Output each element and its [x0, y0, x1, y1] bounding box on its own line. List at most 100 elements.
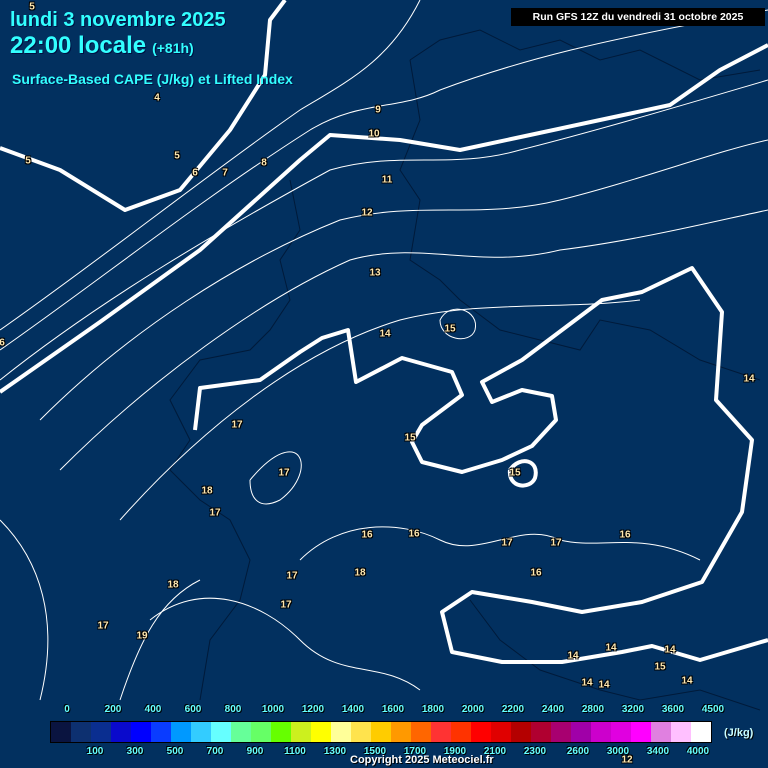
legend-swatch	[471, 722, 491, 742]
contour-label: 9	[375, 104, 381, 116]
contour-label: 17	[280, 599, 292, 611]
legend-swatch	[151, 722, 171, 742]
contour-label: 17	[231, 419, 243, 431]
legend-swatch	[451, 722, 471, 742]
coastlines	[169, 29, 761, 711]
color-legend	[50, 721, 712, 743]
legend-swatch	[671, 722, 691, 742]
contour-label: 10	[368, 128, 380, 140]
legend-tick-top: 3600	[661, 704, 685, 715]
legend-swatch	[51, 722, 71, 742]
contour-label: 14	[743, 373, 755, 385]
contour-label: 17	[97, 620, 109, 632]
legend-swatch	[631, 722, 651, 742]
contour-label: 17	[278, 467, 290, 479]
contour-label: 18	[354, 567, 366, 579]
contour-label: 12	[361, 207, 373, 219]
legend-tick-bottom: 1300	[323, 746, 347, 757]
legend-tick-top: 600	[184, 704, 202, 715]
legend-tick-top: 4500	[701, 704, 725, 715]
contour-label: 18	[201, 485, 213, 497]
contour-label: 14	[581, 677, 593, 689]
contour-label: 15	[509, 467, 521, 479]
contour-label: 15	[404, 432, 416, 444]
contour-label: 16	[530, 567, 542, 579]
legend-swatch	[351, 722, 371, 742]
contour-label: 17	[209, 507, 221, 519]
legend-swatch	[571, 722, 591, 742]
contour-label: 8	[261, 157, 267, 169]
contour-label: 18	[167, 579, 179, 591]
contour-label: 14	[605, 642, 617, 654]
legend-tick-top: 3200	[621, 704, 645, 715]
contour-label: 14	[598, 679, 610, 691]
run-info: Run GFS 12Z du vendredi 31 octobre 2025	[511, 8, 765, 26]
legend-tick-top: 2000	[461, 704, 485, 715]
legend-tick-top: 800	[224, 704, 242, 715]
thin-contours	[0, 0, 768, 701]
legend-tick-bottom: 2300	[523, 746, 547, 757]
copyright: Copyright 2025 Meteociel.fr	[350, 754, 494, 766]
legend-tick-top: 2800	[581, 704, 605, 715]
legend-tick-bottom: 100	[86, 746, 104, 757]
legend-swatch	[411, 722, 431, 742]
legend-tick-bottom: 900	[246, 746, 264, 757]
legend-swatch	[591, 722, 611, 742]
legend-swatch	[131, 722, 151, 742]
legend-swatch	[611, 722, 631, 742]
legend-swatch	[391, 722, 411, 742]
legend-tick-top: 2400	[541, 704, 565, 715]
legend-tick-bottom: 3000	[606, 746, 630, 757]
weather-map: 5 4 5 5 6 7 8 9 10 11 12 13 14 15 6 14 17 15 17 18 17 15 16 16 1…	[0, 0, 768, 768]
contour-label: 19	[136, 630, 148, 642]
legend-swatch	[271, 722, 291, 742]
legend-tick-top: 1400	[341, 704, 365, 715]
legend-swatch	[291, 722, 311, 742]
legend-tick-top: 0	[64, 704, 70, 715]
legend-swatch	[511, 722, 531, 742]
contour-label: 11	[381, 174, 393, 186]
legend-swatch	[531, 722, 551, 742]
map-title: Surface-Based CAPE (J/kg) et Lifted Inde…	[12, 71, 293, 87]
legend-swatch	[231, 722, 251, 742]
contour-label: 4	[154, 92, 160, 104]
legend-swatch	[91, 722, 111, 742]
forecast-date: lundi 3 novembre 2025	[10, 9, 226, 31]
contour-label: 5	[174, 150, 180, 162]
legend-tick-top: 1800	[421, 704, 445, 715]
contour-label: 17	[501, 537, 513, 549]
legend-tick-top: 1000	[261, 704, 285, 715]
legend-swatch	[491, 722, 511, 742]
legend-swatch	[331, 722, 351, 742]
legend-swatch	[111, 722, 131, 742]
contour-label: 13	[369, 267, 381, 279]
contour-label: 14	[379, 328, 391, 340]
legend-tick-top: 200	[104, 704, 122, 715]
legend-unit: (J/kg)	[724, 727, 754, 739]
contour-label: 6	[192, 167, 198, 179]
legend-tick-bottom: 300	[126, 746, 144, 757]
legend-swatch	[191, 722, 211, 742]
contour-layer	[0, 0, 768, 711]
legend-swatch	[691, 722, 711, 742]
forecast-offset: (+81h)	[152, 40, 194, 56]
legend-tick-top: 2200	[501, 704, 525, 715]
contour-label: 16	[361, 529, 373, 541]
legend-swatch	[71, 722, 91, 742]
contour-label: 15	[654, 661, 666, 673]
contour-label: 7	[222, 167, 228, 179]
legend-swatch	[171, 722, 191, 742]
contour-label: 15	[444, 323, 456, 335]
local-time: 22:00 locale	[10, 32, 147, 59]
legend-tick-top: 400	[144, 704, 162, 715]
legend-tick-bottom: 700	[206, 746, 224, 757]
legend-swatch	[551, 722, 571, 742]
legend-swatch	[311, 722, 331, 742]
contour-label: 14	[681, 675, 693, 687]
legend-swatch	[251, 722, 271, 742]
contour-label: 5	[25, 155, 31, 167]
legend-tick-top: 1200	[301, 704, 325, 715]
legend-swatch	[431, 722, 451, 742]
contour-label: 17	[286, 570, 298, 582]
legend-tick-bottom: 500	[166, 746, 184, 757]
